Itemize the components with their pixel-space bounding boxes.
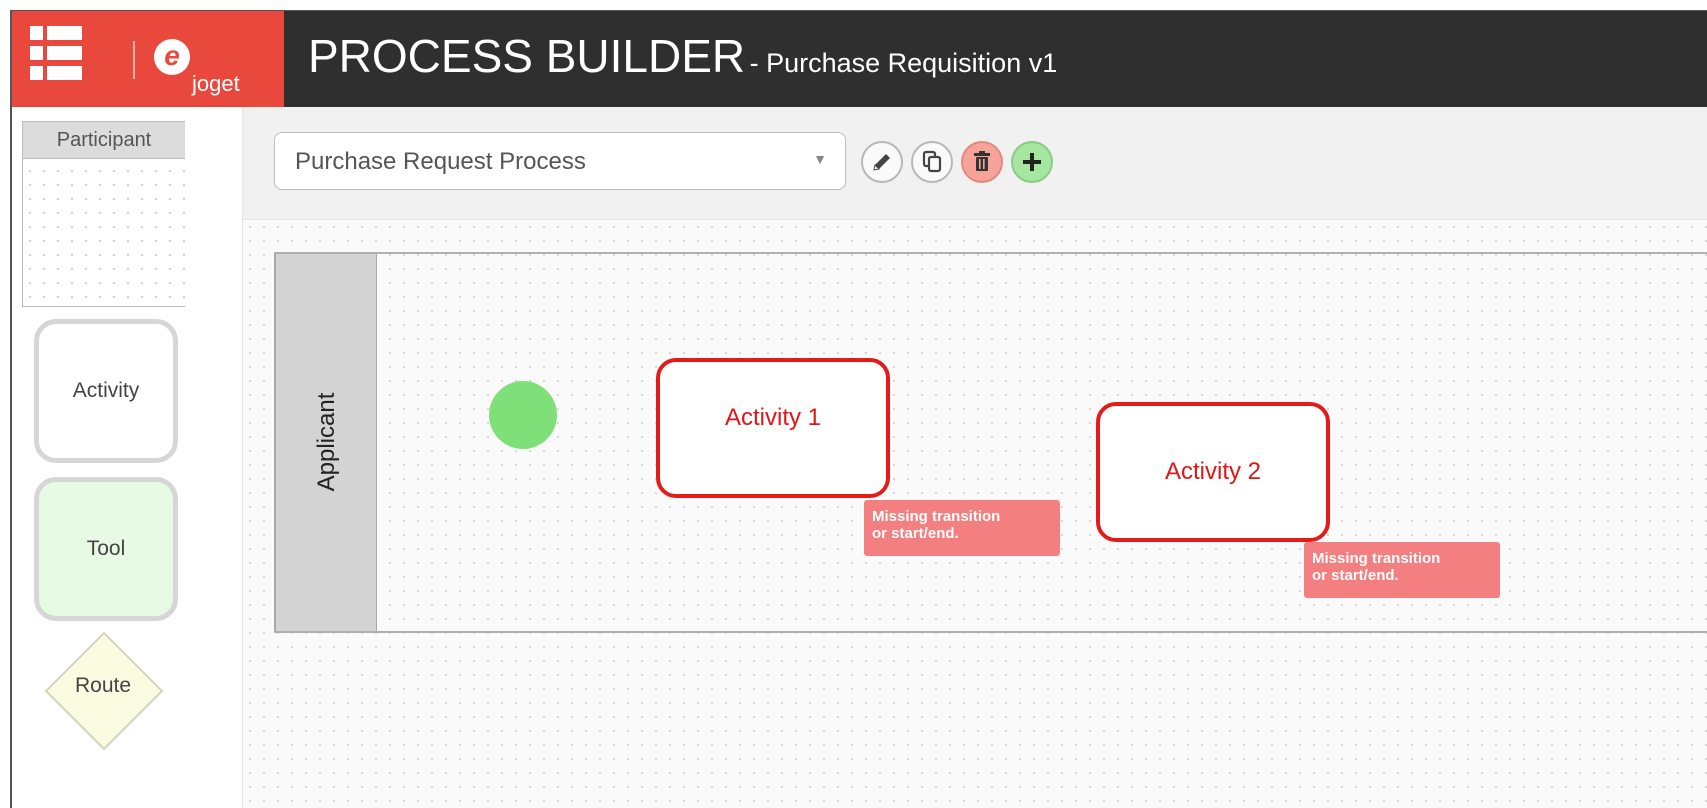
process-canvas[interactable]: Applicant Activity 1 Missing transition …: [243, 220, 1707, 808]
validation-warning: Missing transition or start/end.: [864, 500, 1060, 556]
warning-line: or start/end.: [872, 525, 959, 542]
warning-line: Missing transition: [872, 508, 1001, 525]
palette-route-label: Route: [74, 674, 132, 697]
delete-process-button[interactable]: [961, 141, 1003, 183]
process-select-value: Purchase Request Process: [295, 148, 586, 175]
trash-icon: [974, 151, 990, 171]
app-frame: e joget PROCESS BUILDER - Purchase Requi…: [10, 10, 1707, 808]
warning-line: Missing transition: [1312, 550, 1441, 567]
warning-line: or start/end.: [1312, 567, 1399, 584]
activity-node-1[interactable]: Activity 1: [656, 358, 890, 498]
validation-warning: Missing transition or start/end.: [1304, 542, 1500, 598]
palette-tool-label: Tool: [86, 537, 126, 560]
process-subtitle: - Purchase Requisition v1: [749, 48, 1058, 78]
process-pool[interactable]: Applicant Activity 1 Missing transition …: [274, 252, 1707, 633]
logo-text: joget: [192, 71, 240, 96]
app-header: e joget PROCESS BUILDER - Purchase Requi…: [12, 11, 1707, 107]
chevron-down-icon: ▼: [813, 151, 827, 167]
copy-process-button[interactable]: [911, 141, 953, 183]
process-select[interactable]: Purchase Request Process ▼: [274, 132, 846, 190]
page-title: PROCESS BUILDER - Purchase Requisition v…: [308, 29, 1057, 83]
participant-lane-applicant[interactable]: Applicant: [274, 254, 377, 631]
palette-tool[interactable]: Tool: [34, 477, 178, 621]
activity-node-2[interactable]: Activity 2: [1096, 402, 1330, 542]
lane-label: Applicant: [313, 392, 340, 492]
add-process-button[interactable]: [1011, 141, 1053, 183]
menu-icon[interactable]: [30, 26, 82, 82]
palette-participant[interactable]: Participant: [22, 121, 185, 307]
brand-divider: [133, 41, 135, 79]
activity-label: Activity 1: [724, 404, 822, 431]
brand-area: e joget: [12, 11, 284, 107]
edit-process-button[interactable]: [861, 141, 903, 183]
joget-logo[interactable]: e joget: [154, 29, 279, 99]
activity-label: Activity 2: [1164, 458, 1262, 485]
pencil-icon: [873, 154, 890, 171]
start-node[interactable]: [489, 381, 557, 449]
plus-icon: [1023, 153, 1041, 171]
palette-participant-label: Participant: [23, 122, 185, 159]
palette-activity-label: Activity: [72, 379, 140, 402]
palette-activity[interactable]: Activity: [34, 319, 178, 463]
builder-title: PROCESS BUILDER: [308, 30, 746, 82]
palette-route[interactable]: Route: [40, 627, 166, 753]
joget-logo-icon: e: [154, 39, 190, 75]
copy-icon: [922, 150, 942, 173]
process-toolbar: Purchase Request Process ▼: [243, 107, 1707, 220]
element-palette: Participant Activity Tool Route: [12, 107, 243, 808]
